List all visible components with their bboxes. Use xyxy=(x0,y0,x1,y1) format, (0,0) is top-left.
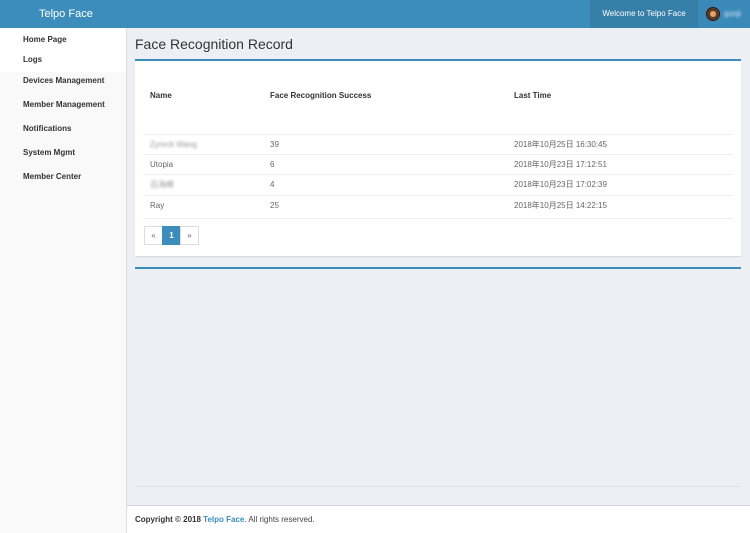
content-divider xyxy=(135,486,741,487)
record-table-box: Name Face Recognition Success Last Time … xyxy=(135,59,741,256)
footer-company-link[interactable]: Telpo Face xyxy=(203,515,244,524)
table-row: Utopia 6 2018年10月23日 17:12:51 xyxy=(143,154,733,174)
cell-success: 6 xyxy=(270,160,275,169)
table-row: 吕海峰 4 2018年10月23日 17:02:39 xyxy=(143,174,733,194)
table-bottom-border xyxy=(143,218,733,219)
pagination-page-1[interactable]: 1 xyxy=(162,226,181,245)
cell-last-time: 2018年10月23日 17:02:39 xyxy=(514,180,607,189)
footer-copyright: Copyright © 2018 xyxy=(135,515,201,524)
cell-name: 吕海峰 xyxy=(150,180,174,189)
cell-last-time: 2018年10月25日 14:22:15 xyxy=(514,201,607,210)
cell-name: Utopia xyxy=(150,160,174,169)
sidebar-item-member-management[interactable]: Member Management xyxy=(0,93,126,117)
top-navbar: Telpo Face Welcome to Telpo Face guoji xyxy=(0,0,750,28)
sidebar-item-notifications[interactable]: Notifications xyxy=(0,117,126,141)
cell-last-time: 2018年10月25日 16:30:45 xyxy=(514,140,607,149)
table-row: Ray 25 2018年10月25日 14:22:15 xyxy=(143,195,733,215)
table-row: Zyreck Wang 39 2018年10月25日 16:30:45 xyxy=(143,134,733,154)
footer-rights: . All rights reserved. xyxy=(244,515,315,524)
cell-success: 4 xyxy=(270,180,275,189)
pagination-next-button[interactable]: » xyxy=(180,226,199,245)
pagination: « 1 » xyxy=(144,226,199,245)
sidebar-item-system-mgmt[interactable]: System Mgmt xyxy=(0,141,126,165)
column-header-last-time: Last Time xyxy=(514,91,552,100)
cell-name: Zyreck Wang xyxy=(150,140,197,149)
username-label: guoji xyxy=(724,9,741,18)
footer: Copyright © 2018 Telpo Face. All rights … xyxy=(127,505,750,533)
cell-last-time: 2018年10月23日 17:12:51 xyxy=(514,160,607,169)
welcome-text: Welcome to Telpo Face xyxy=(590,0,698,28)
secondary-box-border xyxy=(135,267,741,269)
main-content: Face Recognition Record Name Face Recogn… xyxy=(127,28,750,505)
cell-name: Ray xyxy=(150,201,165,210)
avatar[interactable] xyxy=(706,7,720,21)
sidebar: Home Page Logs Devices Management Member… xyxy=(0,28,127,533)
sidebar-item-member-center[interactable]: Member Center xyxy=(0,165,126,189)
column-header-success: Face Recognition Success xyxy=(270,91,372,100)
column-header-name: Name xyxy=(150,91,172,100)
user-menu[interactable]: guoji xyxy=(698,0,750,28)
sidebar-item-devices-management[interactable]: Devices Management xyxy=(0,69,126,93)
brand-logo[interactable]: Telpo Face xyxy=(0,0,127,28)
cell-success: 25 xyxy=(270,201,279,210)
cell-success: 39 xyxy=(270,140,279,149)
page-title: Face Recognition Record xyxy=(135,36,293,52)
pagination-prev-button[interactable]: « xyxy=(144,226,163,245)
